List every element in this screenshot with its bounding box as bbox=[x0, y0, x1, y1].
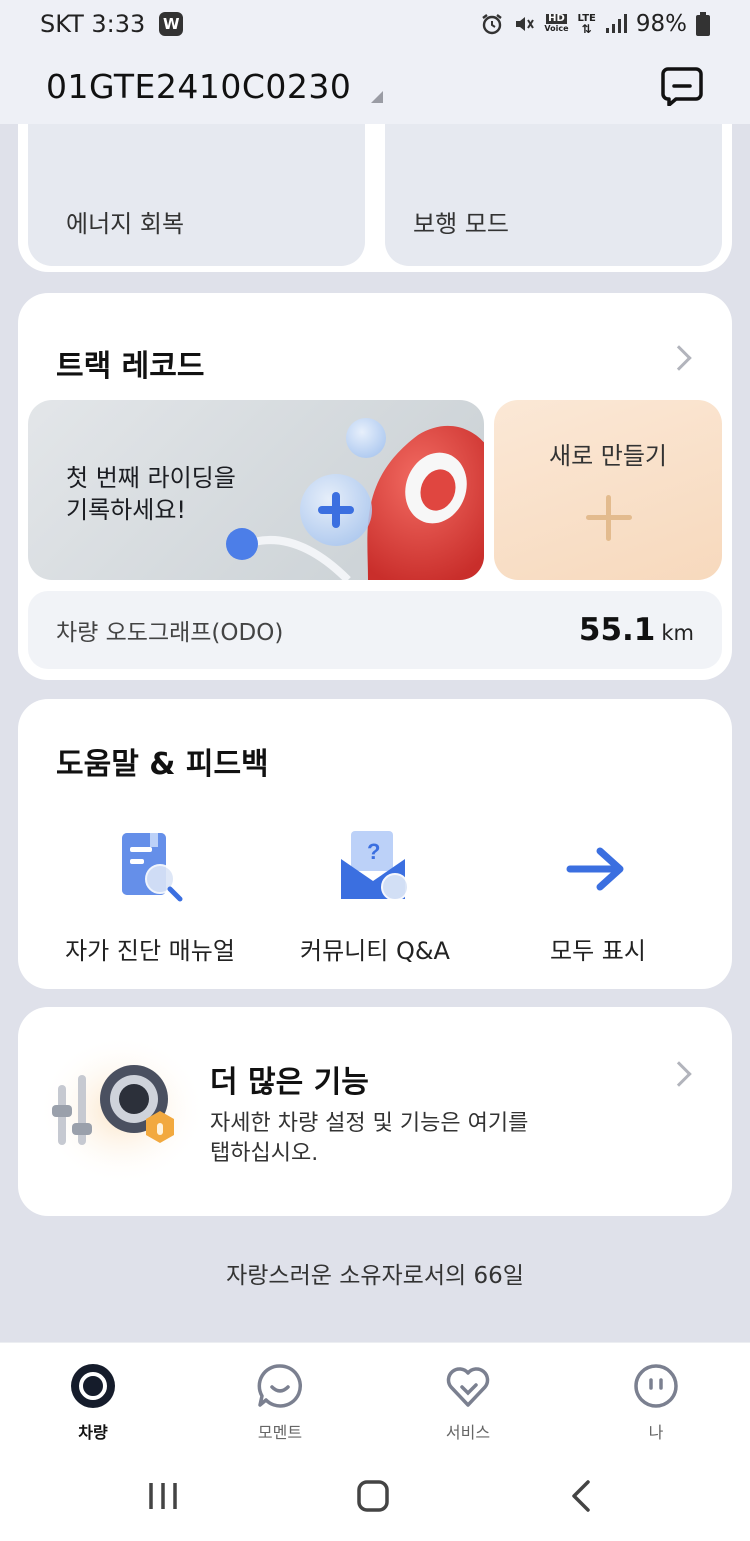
vehicle-id-selector[interactable]: 01GTE2410C0230 bbox=[46, 67, 351, 106]
community-qa-icon: ? bbox=[335, 829, 415, 909]
self-diagnosis-manual-button[interactable]: 자가 진단 매뉴얼 bbox=[40, 829, 260, 966]
odometer-label: 차량 오도그래프(ODO) bbox=[56, 620, 284, 646]
me-icon bbox=[633, 1363, 679, 1409]
help-feedback-title: 도움말 & 피드백 bbox=[56, 747, 269, 782]
more-features-description: 자세한 차량 설정 및 기능은 여기를 탭하십시오. bbox=[210, 1111, 529, 1166]
show-all-label: 모두 표시 bbox=[550, 937, 646, 965]
settings-knob-icon bbox=[38, 1035, 206, 1185]
message-icon bbox=[661, 67, 703, 107]
quick-function-card: 에너지 회복 보행 모드 bbox=[18, 124, 732, 272]
home-button[interactable] bbox=[353, 1478, 393, 1514]
back-icon bbox=[572, 1480, 590, 1512]
dropdown-icon[interactable] bbox=[371, 91, 384, 103]
battery-icon bbox=[696, 12, 710, 36]
nav-tab-moment[interactable]: 모멘트 bbox=[220, 1363, 340, 1443]
create-new-label: 새로 만들기 bbox=[548, 442, 668, 470]
nav-tab-vehicle[interactable]: 차량 bbox=[33, 1363, 153, 1443]
status-bar: SKT 3:33 W HD Voice LTE ⇅ 98% bbox=[0, 0, 750, 48]
odometer-row: 차량 오도그래프(ODO) 55.1 km bbox=[28, 591, 722, 669]
odometer-unit: km bbox=[661, 621, 694, 645]
nav-tab-service[interactable]: 서비스 bbox=[408, 1363, 528, 1443]
community-qa-button[interactable]: ? 커뮤니티 Q&A bbox=[265, 829, 485, 966]
mute-icon bbox=[513, 13, 535, 35]
odometer-value: 55.1 bbox=[578, 612, 656, 648]
energy-recovery-tile[interactable]: 에너지 회복 bbox=[28, 124, 365, 266]
manual-search-icon bbox=[110, 829, 190, 909]
arrow-right-icon bbox=[558, 829, 638, 909]
hd-voice-icon: HD Voice bbox=[544, 13, 569, 34]
battery-percent: 98% bbox=[635, 11, 687, 37]
message-button[interactable] bbox=[660, 66, 704, 107]
energy-recovery-label: 에너지 회복 bbox=[66, 210, 185, 238]
first-ride-tile[interactable]: 첫 번째 라이딩을 기록하세요! bbox=[28, 400, 484, 580]
chevron-right-icon[interactable] bbox=[666, 345, 692, 371]
recent-apps-icon bbox=[149, 1483, 177, 1509]
walk-mode-tile[interactable]: 보행 모드 bbox=[385, 124, 722, 266]
help-feedback-card: 도움말 & 피드백 자가 진단 매뉴얼 ? 커뮤니티 Q&A 모두 표시 bbox=[18, 699, 732, 989]
ownership-days-text: 자랑스러운 소유자로서의 66일 bbox=[226, 1263, 524, 1289]
show-all-button[interactable]: 모두 표시 bbox=[488, 829, 708, 966]
lte-icon: LTE ⇅ bbox=[577, 13, 596, 36]
track-record-card: 트랙 레코드 첫 번째 라이딩을 기록하세요! 새로 만들기 차량 오도그래프(… bbox=[18, 293, 732, 680]
system-navigation-bar bbox=[0, 1452, 750, 1541]
main-content: 에너지 회복 보행 모드 트랙 레코드 첫 번째 라이딩을 기록하세요! 새로 … bbox=[0, 124, 750, 1342]
bottom-navigation: 차량 모멘트 서비스 나 bbox=[0, 1342, 750, 1452]
moment-icon bbox=[257, 1363, 303, 1409]
nav-label-vehicle: 차량 bbox=[78, 1423, 108, 1442]
vehicle-icon bbox=[70, 1363, 116, 1409]
track-record-title: 트랙 레코드 bbox=[56, 349, 205, 384]
nav-label-me: 나 bbox=[648, 1423, 664, 1442]
more-features-card[interactable]: 더 많은 기능 자세한 차량 설정 및 기능은 여기를 탭하십시오. bbox=[18, 1007, 732, 1216]
recent-apps-button[interactable] bbox=[143, 1478, 183, 1514]
location-pin-illustration bbox=[226, 418, 484, 580]
carrier-time: SKT 3:33 bbox=[40, 10, 146, 38]
more-features-title: 더 많은 기능 bbox=[210, 1065, 369, 1100]
nav-label-service: 서비스 bbox=[445, 1423, 491, 1442]
back-button[interactable] bbox=[562, 1478, 602, 1514]
walk-mode-label: 보행 모드 bbox=[413, 210, 509, 238]
nav-label-moment: 모멘트 bbox=[257, 1423, 303, 1442]
header: 01GTE2410C0230 bbox=[0, 48, 750, 124]
self-diagnosis-manual-label: 자가 진단 매뉴얼 bbox=[65, 937, 235, 965]
create-new-tile[interactable]: 새로 만들기 bbox=[494, 400, 722, 580]
alarm-icon bbox=[480, 12, 504, 36]
svg-text:?: ? bbox=[367, 839, 380, 864]
nav-tab-me[interactable]: 나 bbox=[596, 1363, 716, 1443]
signal-icon bbox=[605, 14, 627, 34]
app-badge-icon: W bbox=[159, 12, 184, 36]
chevron-right-icon[interactable] bbox=[666, 1061, 692, 1087]
community-qa-label: 커뮤니티 Q&A bbox=[300, 937, 450, 965]
home-icon bbox=[357, 1480, 389, 1512]
service-icon bbox=[445, 1363, 491, 1409]
